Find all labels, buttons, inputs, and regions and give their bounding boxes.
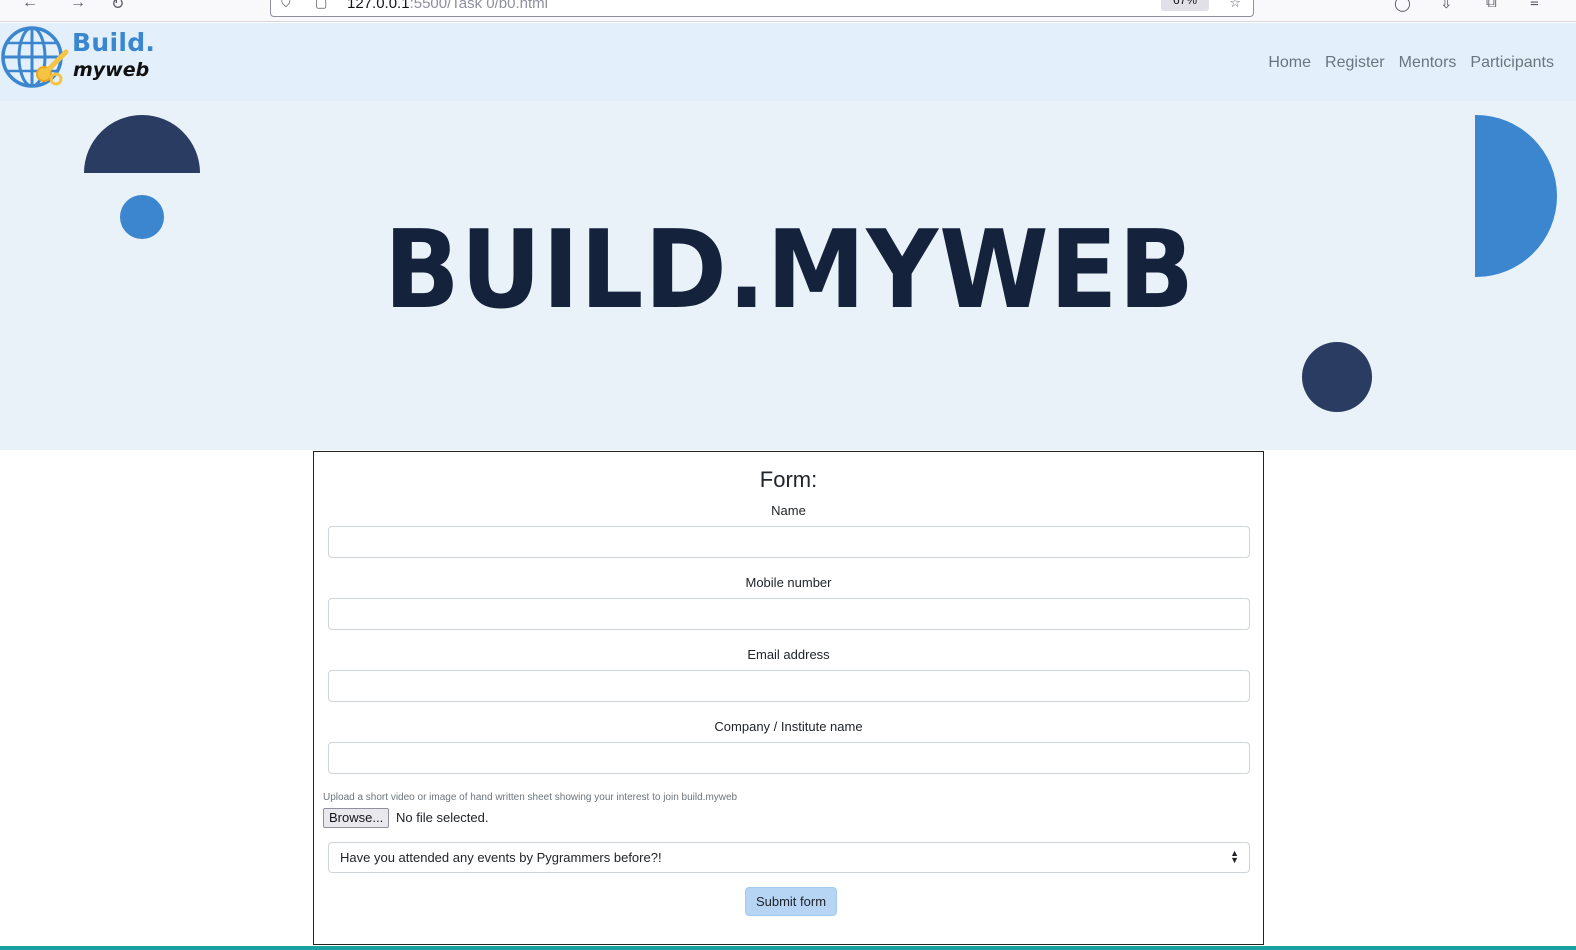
zoom-level-badge[interactable]: 67% xyxy=(1161,0,1209,11)
upload-hint: Upload a short video or image of hand wr… xyxy=(323,792,738,803)
brand-line-2: myweb xyxy=(73,59,150,81)
brand-line-1: Build. xyxy=(72,28,156,57)
name-input[interactable] xyxy=(328,526,1250,558)
bottom-accent-line xyxy=(0,946,1576,950)
events-attended-select[interactable]: Have you attended any events by Pygramme… xyxy=(328,842,1250,873)
mobile-input[interactable] xyxy=(328,598,1250,630)
forward-icon[interactable]: → xyxy=(70,0,86,12)
shield-icon[interactable]: ⛉ xyxy=(281,0,291,11)
account-icon[interactable]: ◯ xyxy=(1394,0,1411,12)
decorative-blue-dot xyxy=(120,195,164,239)
nav-link-register[interactable]: Register xyxy=(1325,54,1385,72)
nav-link-home[interactable]: Home xyxy=(1268,54,1311,72)
url-path: :5500/Task 0/b0.html xyxy=(409,0,548,12)
decorative-half-circle xyxy=(84,115,200,173)
decorative-navy-dot xyxy=(1302,342,1372,412)
registration-form: Form: Name Mobile number Email address C… xyxy=(313,451,1264,945)
hero-banner: BUILD.MYWEB xyxy=(0,101,1576,450)
url-text[interactable]: 127.0.0.1:5500/Task 0/b0.html xyxy=(347,0,548,12)
menu-icon[interactable]: ≡ xyxy=(1530,0,1539,11)
url-host: 127.0.0.1 xyxy=(347,0,410,12)
download-icon[interactable]: ⇩ xyxy=(1440,0,1453,12)
page-info-icon[interactable]: ▢ xyxy=(315,0,327,11)
company-label: Company / Institute name xyxy=(714,719,863,734)
hero-title: BUILD.MYWEB xyxy=(384,208,1196,333)
back-icon[interactable]: ← xyxy=(22,0,38,12)
company-input[interactable] xyxy=(328,742,1250,774)
brand-logo[interactable]: Build. myweb xyxy=(0,24,160,94)
bookmark-star-icon[interactable]: ☆ xyxy=(1229,0,1241,11)
browse-file-button[interactable]: Browse... xyxy=(323,808,390,828)
email-label: Email address xyxy=(747,647,830,662)
address-bar[interactable]: ⛉ ▢ 127.0.0.1:5500/Task 0/b0.html 67% ☆ xyxy=(270,0,1254,17)
email-input[interactable] xyxy=(328,670,1250,702)
site-navbar: Build. myweb Home Register Mentors Parti… xyxy=(0,23,1576,101)
select-value: Have you attended any events by Pygramme… xyxy=(340,850,662,865)
extensions-icon[interactable]: ⧉ xyxy=(1486,0,1497,11)
decorative-right-half-circle xyxy=(1475,115,1557,277)
name-label: Name xyxy=(771,503,806,518)
form-title: Form: xyxy=(759,467,818,492)
mobile-label: Mobile number xyxy=(745,575,832,590)
nav-link-mentors[interactable]: Mentors xyxy=(1399,54,1457,72)
browser-toolbar: ← → ↻ ⛉ ▢ 127.0.0.1:5500/Task 0/b0.html … xyxy=(0,0,1576,22)
globe-wrench-icon xyxy=(1,26,69,88)
submit-form-button[interactable]: Submit form xyxy=(745,887,837,916)
nav-links: Home Register Mentors Participants xyxy=(1268,54,1554,72)
reload-icon[interactable]: ↻ xyxy=(111,0,124,14)
file-status: No file selected. xyxy=(396,810,489,825)
nav-link-participants[interactable]: Participants xyxy=(1470,54,1554,72)
select-caret-icon: ▲ ▼ xyxy=(1230,848,1239,865)
